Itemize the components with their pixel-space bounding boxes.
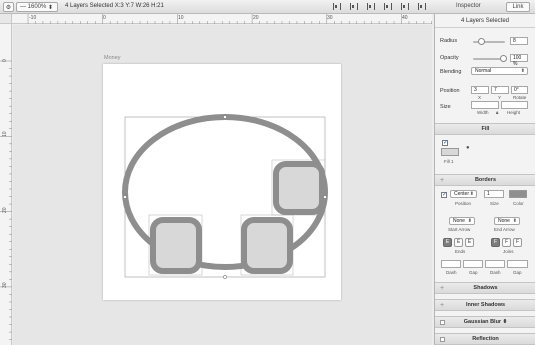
inner-shadows-section-title: Inner Shadows [465,302,506,308]
tab-link[interactable]: Link [506,2,530,12]
square-end-icon[interactable]: E [465,238,474,247]
opacity-field[interactable]: 100 % [510,54,528,67]
radius-field[interactable]: 8 [510,37,528,45]
reflection-section-header[interactable]: Reflection [435,333,535,345]
start-arrow-select[interactable]: None [449,217,475,225]
joins-label: Joins [503,249,514,254]
add-border-icon[interactable]: + [440,177,444,184]
y-sublabel: Y [498,95,502,100]
add-shadow-icon[interactable]: + [440,285,444,292]
border-color-swatch[interactable] [509,190,527,198]
radius-label: Radius [440,38,458,44]
ends-label: Ends [455,249,466,254]
blending-select[interactable]: Normal [471,67,528,75]
add-inner-shadow-icon[interactable]: + [440,302,444,309]
dropdown-arrow-icon: ⬍ [502,319,508,325]
borders-section-header[interactable]: + Borders [435,174,535,186]
x-sublabel: X [478,95,482,100]
borders-section-title: Borders [474,177,497,183]
lock-proportions-icon[interactable]: 🔒︎ [496,110,498,115]
dash-label-2: Dash [490,270,501,275]
fill-section-title: Fill [481,126,490,132]
blending-label: Blending [440,69,462,75]
end-arrow-select[interactable]: None [494,217,520,225]
gap-label-2: Gap [513,270,522,275]
shadows-section-header[interactable]: + Shadows [435,282,535,294]
dash-field-1[interactable] [441,260,461,268]
fill-color-swatch[interactable] [441,148,459,156]
gaussian-blur-section-header[interactable]: Gaussian Blur ⬍ [435,316,535,328]
resize-handle[interactable] [223,275,227,279]
border-position-select[interactable]: Center [450,190,477,198]
tab-inspector[interactable]: Inspector [456,3,481,9]
width-sublabel: Width [477,110,489,115]
reflection-section-title: Reflection [472,336,499,342]
gaussian-blur-checkbox[interactable] [440,320,445,325]
rounded-rect-layer-left[interactable] [150,217,202,274]
round-end-icon[interactable]: E [454,238,463,247]
dash-field-2[interactable] [485,260,505,268]
rotate-field[interactable]: 0° [511,86,528,94]
resize-handle[interactable] [223,115,227,119]
rounded-rect-layer-right[interactable] [273,161,325,215]
gap-field-2[interactable] [507,260,528,268]
inspector-panel: 4 Layers Selected Radius 8 Opacity 100 %… [434,14,535,345]
fill-enable-checkbox[interactable]: ✓ [442,140,448,146]
fill-item-label: Fill 1 [444,159,454,164]
size-label: Size [440,104,451,110]
border-enable-checkbox[interactable]: ✓ [441,192,447,198]
width-field[interactable] [471,101,499,109]
inner-shadows-section-header[interactable]: + Inner Shadows [435,299,535,311]
dash-label-1: Dash [446,270,457,275]
rounded-rect-layer-middle[interactable] [241,217,293,274]
round-join-icon[interactable]: F [502,238,511,247]
rotate-sublabel: Rotate [513,95,527,100]
selection-shapes[interactable] [0,0,434,345]
end-arrow-label: End Arrow [494,227,515,232]
height-sublabel: Height [507,110,521,115]
position-label: Position [440,88,460,94]
radius-slider-knob[interactable] [478,38,485,45]
reflection-checkbox[interactable] [440,337,445,342]
border-size-sublabel: Size [490,201,499,206]
opacity-label: Opacity [440,55,459,61]
resize-handle[interactable] [123,195,127,199]
fill-section-header[interactable]: Fill [435,123,535,135]
position-y-field[interactable]: 7 [491,86,509,94]
gaussian-blur-select[interactable]: Gaussian Blur [464,319,501,325]
inspector-title: 4 Layers Selected [435,14,535,28]
position-x-field[interactable]: 3 [471,86,489,94]
fill-options-icon[interactable]: ● [466,145,470,151]
shadows-section-title: Shadows [473,285,498,291]
border-size-field[interactable]: 1 [484,190,504,198]
resize-handle[interactable] [323,195,327,199]
butt-end-icon[interactable]: E [443,238,452,247]
border-color-sublabel: Color [513,201,524,206]
miter-join-icon[interactable]: F [491,238,500,247]
start-arrow-label: Start Arrow [448,227,471,232]
bevel-join-icon[interactable]: F [513,238,522,247]
opacity-slider-knob[interactable] [500,55,507,62]
gap-label-1: Gap [469,270,478,275]
gap-field-1[interactable] [463,260,483,268]
height-field[interactable] [501,101,528,109]
border-position-sublabel: Position [455,201,472,206]
tab-link-label: Link [512,4,524,10]
